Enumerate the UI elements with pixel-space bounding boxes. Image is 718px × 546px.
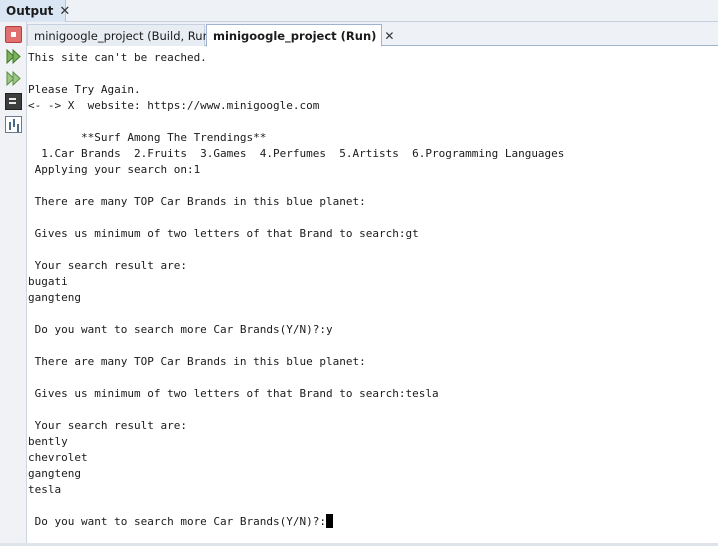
- console-line: 1.Car Brands 2.Fruits 3.Games 4.Perfumes…: [28, 147, 565, 160]
- tab-label: minigoogle_project (Build, Run): [34, 28, 215, 43]
- close-icon[interactable]: ✕: [384, 29, 394, 43]
- console-line: gangteng: [28, 467, 81, 480]
- tab-label: minigoogle_project (Run): [213, 28, 377, 43]
- console-line: tesla: [28, 483, 62, 496]
- console-line: Do you want to search more Car Brands(Y/…: [28, 323, 333, 336]
- console-line: bugati: [28, 275, 68, 288]
- console-output[interactable]: This site can't be reached. Please Try Ag…: [28, 50, 716, 542]
- console-line: This site can't be reached.: [28, 51, 207, 64]
- rerun-with-options-icon[interactable]: [5, 70, 22, 87]
- console-line: There are many TOP Car Brands in this bl…: [28, 355, 366, 368]
- output-panel-tab[interactable]: Output ✕: [0, 0, 70, 22]
- console-line: bently: [28, 435, 68, 448]
- statistics-icon[interactable]: [5, 116, 22, 133]
- console-line: Your search result are:: [28, 259, 187, 272]
- console-line: gangteng: [28, 291, 81, 304]
- stop-icon[interactable]: [5, 26, 22, 43]
- output-tab-bar: minigoogle_project (Build, Run) ✕ minigo…: [27, 22, 718, 47]
- text-cursor: [326, 514, 334, 528]
- close-icon[interactable]: ✕: [59, 4, 70, 19]
- console-line: Please Try Again.: [28, 83, 141, 96]
- terminal-icon[interactable]: [5, 93, 22, 110]
- console-line: chevrolet: [28, 451, 88, 464]
- console-line: <- -> X website: https://www.minigoogle.…: [28, 99, 320, 112]
- console-line: There are many TOP Car Brands in this bl…: [28, 195, 366, 208]
- console-line: Gives us minimum of two letters of that …: [28, 387, 439, 400]
- tab-build-run[interactable]: minigoogle_project (Build, Run) ✕: [27, 24, 232, 46]
- output-panel-header: Output ✕: [0, 0, 718, 22]
- console-line: Applying your search on:1: [28, 163, 201, 176]
- output-panel-title: Output: [6, 4, 54, 18]
- tab-run[interactable]: minigoogle_project (Run) ✕: [206, 24, 394, 47]
- rerun-icon[interactable]: [5, 48, 22, 65]
- output-toolbar: [0, 22, 27, 546]
- console-line: **Surf Among The Trendings**: [28, 131, 267, 144]
- console-line: Gives us minimum of two letters of that …: [28, 227, 419, 240]
- console-line: Do you want to search more Car Brands(Y/…: [28, 514, 716, 530]
- console-line: Your search result are:: [28, 419, 187, 432]
